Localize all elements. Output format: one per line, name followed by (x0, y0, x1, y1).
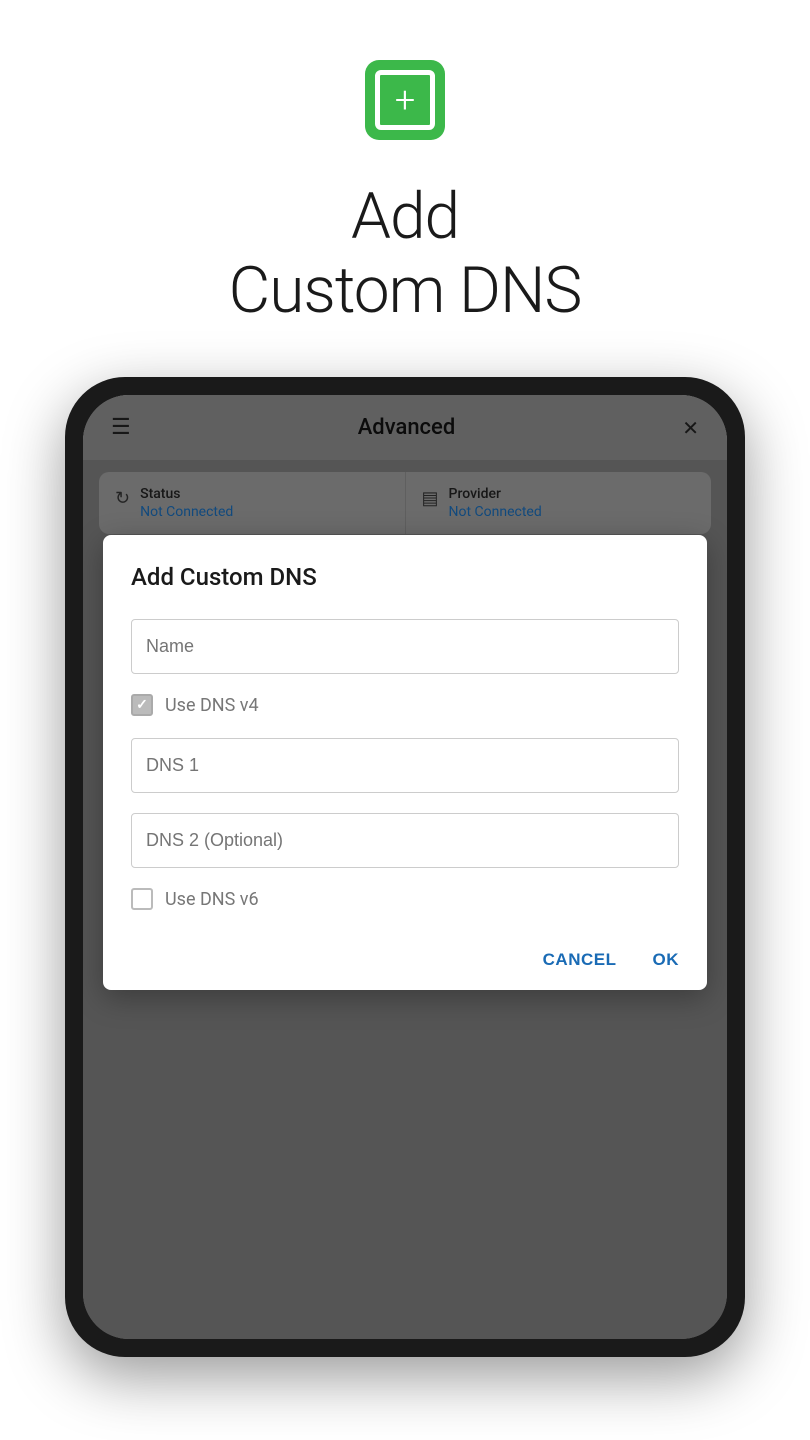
use-dns-v4-row[interactable]: Use DNS v4 (131, 694, 679, 716)
add-custom-dns-dialog: Add Custom DNS Use DNS v4 Use DNS v6 (103, 535, 707, 990)
name-input[interactable] (131, 619, 679, 674)
app-icon: + (365, 60, 445, 140)
dns2-input[interactable] (131, 813, 679, 868)
phone-screen: ☰ Advanced ✕ ↻ Status Not Connected ▤ (83, 395, 727, 1339)
dialog-actions: CANCEL OK (131, 932, 679, 990)
dns-v6-checkbox[interactable] (131, 888, 153, 910)
page-title: Add Custom DNS (229, 180, 582, 327)
dns-v6-label: Use DNS v6 (165, 889, 259, 910)
use-dns-v6-row[interactable]: Use DNS v6 (131, 888, 679, 910)
dns-v4-label: Use DNS v4 (165, 695, 259, 716)
phone-mockup: ☰ Advanced ✕ ↻ Status Not Connected ▤ (65, 377, 745, 1377)
dialog-title: Add Custom DNS (131, 563, 679, 591)
ok-button[interactable]: OK (653, 950, 680, 970)
dialog-overlay: Add Custom DNS Use DNS v4 Use DNS v6 (83, 395, 727, 1339)
dns1-input[interactable] (131, 738, 679, 793)
cancel-button[interactable]: CANCEL (543, 950, 617, 970)
plus-icon: + (395, 82, 415, 118)
top-section: + Add Custom DNS (0, 0, 810, 327)
dns-v4-checkbox[interactable] (131, 694, 153, 716)
phone-shell: ☰ Advanced ✕ ↻ Status Not Connected ▤ (65, 377, 745, 1357)
screen-background: ☰ Advanced ✕ ↻ Status Not Connected ▤ (83, 395, 727, 1339)
